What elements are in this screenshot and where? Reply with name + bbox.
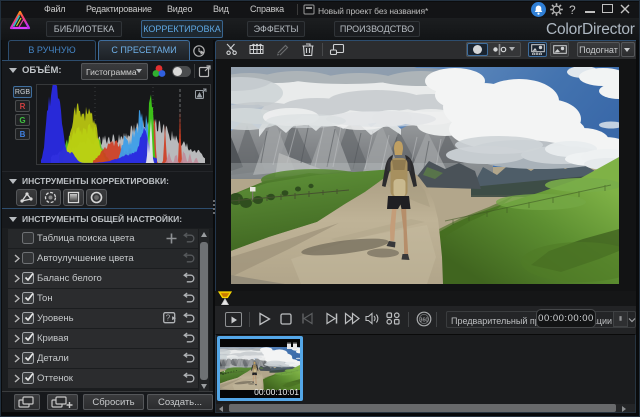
svg-text:?: ? <box>166 314 171 323</box>
svg-text:360: 360 <box>419 317 428 323</box>
